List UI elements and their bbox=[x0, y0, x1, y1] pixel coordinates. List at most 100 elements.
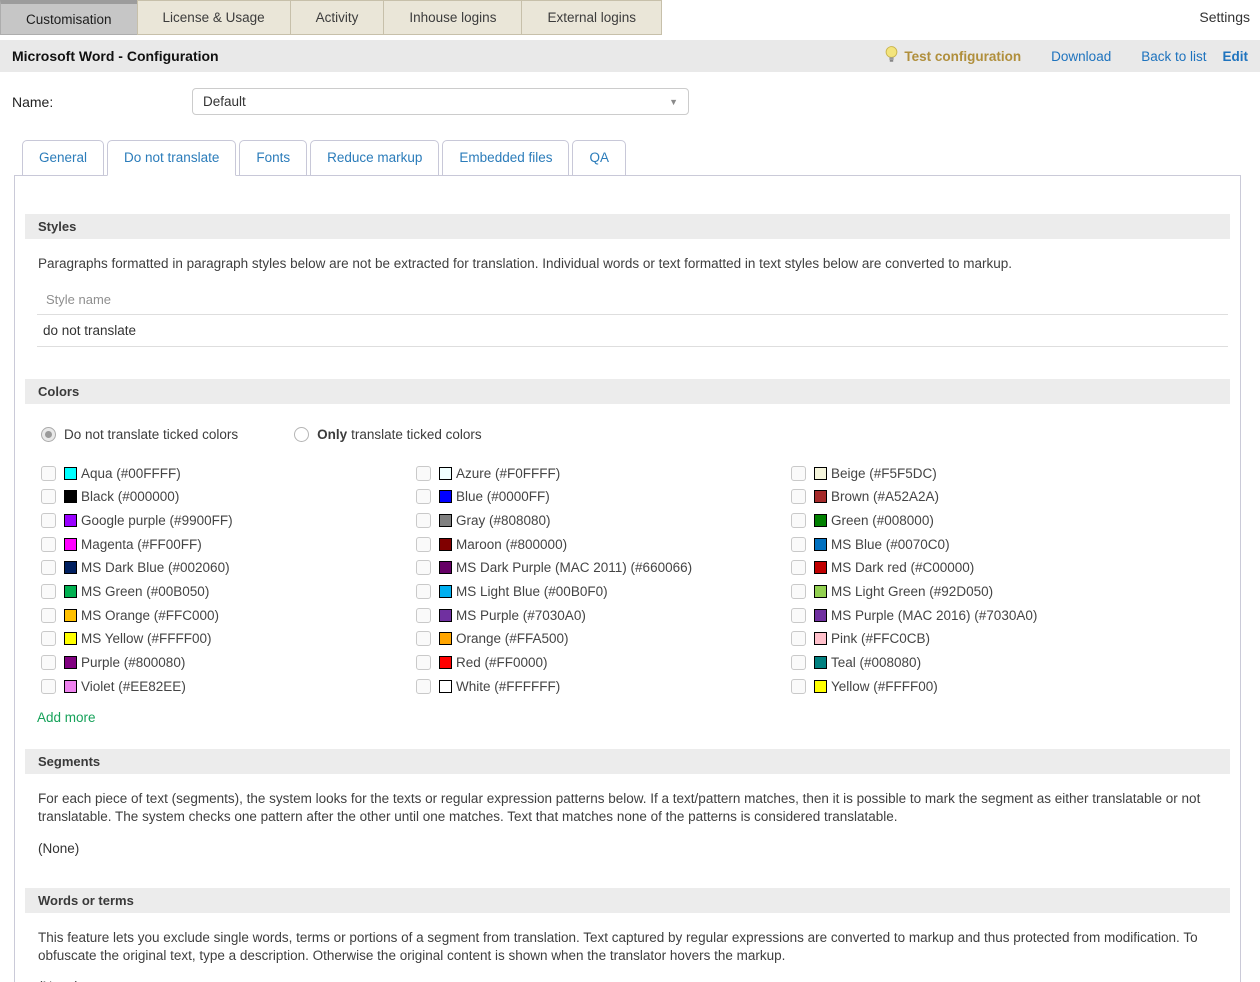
checkbox[interactable] bbox=[791, 584, 806, 599]
checkbox[interactable] bbox=[416, 513, 431, 528]
checkbox[interactable] bbox=[416, 655, 431, 670]
edit-link[interactable]: Edit bbox=[1223, 49, 1249, 64]
color-option-azure[interactable]: Azure (#F0FFFF) bbox=[416, 461, 791, 485]
color-option-green[interactable]: Green (#008000) bbox=[791, 509, 1166, 533]
page-title: Microsoft Word - Configuration bbox=[12, 48, 219, 64]
checkbox[interactable] bbox=[41, 655, 56, 670]
color-swatch bbox=[64, 490, 77, 503]
checkbox[interactable] bbox=[41, 466, 56, 481]
color-option-yellow[interactable]: Yellow (#FFFF00) bbox=[791, 674, 1166, 698]
color-option-ms-light-green[interactable]: MS Light Green (#92D050) bbox=[791, 580, 1166, 604]
checkbox[interactable] bbox=[41, 513, 56, 528]
checkbox[interactable] bbox=[41, 584, 56, 599]
top-tab-strip: CustomisationLicense & UsageActivityInho… bbox=[0, 0, 1260, 35]
settings-link[interactable]: Settings bbox=[1199, 9, 1250, 25]
radio-option-only-translate-ticked-colors[interactable]: Onlytranslate ticked colors bbox=[294, 427, 482, 442]
header-actions: Test configuration Download Back to list… bbox=[885, 46, 1248, 66]
config-tab-strip: GeneralDo not translateFontsReduce marku… bbox=[22, 140, 1260, 175]
checkbox[interactable] bbox=[791, 560, 806, 575]
checkbox[interactable] bbox=[416, 560, 431, 575]
color-option-ms-purple[interactable]: MS Purple (MAC 2016) (#7030A0) bbox=[791, 603, 1166, 627]
checkbox[interactable] bbox=[791, 466, 806, 481]
tab-fonts[interactable]: Fonts bbox=[239, 140, 307, 176]
color-option-black[interactable]: Black (#000000) bbox=[41, 485, 416, 509]
radio-option-do-not-translate-ticked-colors[interactable]: Do not translate ticked colors bbox=[41, 427, 238, 442]
add-more-link[interactable]: Add more bbox=[37, 710, 96, 725]
color-swatch bbox=[64, 656, 77, 669]
checkbox[interactable] bbox=[41, 679, 56, 694]
color-swatch bbox=[439, 467, 452, 480]
color-option-ms-yellow[interactable]: MS Yellow (#FFFF00) bbox=[41, 627, 416, 651]
checkbox[interactable] bbox=[791, 513, 806, 528]
color-option-blue[interactable]: Blue (#0000FF) bbox=[416, 485, 791, 509]
test-configuration-link[interactable]: Test configuration bbox=[885, 46, 1021, 66]
color-option-teal[interactable]: Teal (#008080) bbox=[791, 651, 1166, 675]
checkbox[interactable] bbox=[41, 489, 56, 504]
color-option-ms-purple[interactable]: MS Purple (#7030A0) bbox=[416, 603, 791, 627]
radio-label-bold: Only bbox=[317, 427, 347, 442]
color-label: Orange (#FFA500) bbox=[456, 631, 569, 646]
configuration-name-dropdown[interactable]: Default ▼ bbox=[192, 88, 689, 115]
checkbox[interactable] bbox=[791, 489, 806, 504]
color-option-magenta[interactable]: Magenta (#FF00FF) bbox=[41, 532, 416, 556]
checkbox[interactable] bbox=[41, 631, 56, 646]
top-tab-customisation[interactable]: Customisation bbox=[0, 0, 138, 35]
tab-qa[interactable]: QA bbox=[572, 140, 626, 176]
checkbox[interactable] bbox=[41, 608, 56, 623]
color-label: White (#FFFFFF) bbox=[456, 679, 560, 694]
color-option-violet[interactable]: Violet (#EE82EE) bbox=[41, 674, 416, 698]
tab-do-not-translate[interactable]: Do not translate bbox=[107, 140, 236, 176]
checkbox[interactable] bbox=[416, 679, 431, 694]
color-option-ms-orange[interactable]: MS Orange (#FFC000) bbox=[41, 603, 416, 627]
checkbox[interactable] bbox=[416, 466, 431, 481]
styles-table: Style name do not translate bbox=[37, 287, 1228, 347]
color-option-pink[interactable]: Pink (#FFC0CB) bbox=[791, 627, 1166, 651]
color-option-maroon[interactable]: Maroon (#800000) bbox=[416, 532, 791, 556]
color-option-ms-dark-purple[interactable]: MS Dark Purple (MAC 2011) (#660066) bbox=[416, 556, 791, 580]
checkbox[interactable] bbox=[791, 655, 806, 670]
checkbox[interactable] bbox=[416, 631, 431, 646]
top-tab-license-usage[interactable]: License & Usage bbox=[137, 0, 291, 35]
tab-embedded-files[interactable]: Embedded files bbox=[442, 140, 569, 176]
checkbox[interactable] bbox=[416, 489, 431, 504]
checkbox[interactable] bbox=[791, 537, 806, 552]
checkbox[interactable] bbox=[41, 560, 56, 575]
checkbox[interactable] bbox=[416, 537, 431, 552]
color-option-brown[interactable]: Brown (#A52A2A) bbox=[791, 485, 1166, 509]
radio-button[interactable] bbox=[294, 427, 309, 442]
checkbox[interactable] bbox=[416, 608, 431, 623]
color-option-beige[interactable]: Beige (#F5F5DC) bbox=[791, 461, 1166, 485]
color-swatch bbox=[814, 680, 827, 693]
color-option-ms-light-blue[interactable]: MS Light Blue (#00B0F0) bbox=[416, 580, 791, 604]
color-option-ms-dark-blue[interactable]: MS Dark Blue (#002060) bbox=[41, 556, 416, 580]
color-option-purple[interactable]: Purple (#800080) bbox=[41, 651, 416, 675]
top-tab-external-logins[interactable]: External logins bbox=[521, 0, 662, 35]
do-not-translate-panel: Styles Paragraphs formatted in paragraph… bbox=[14, 175, 1241, 982]
color-option-google-purple[interactable]: Google purple (#9900FF) bbox=[41, 509, 416, 533]
radio-button[interactable] bbox=[41, 427, 56, 442]
color-option-gray[interactable]: Gray (#808080) bbox=[416, 509, 791, 533]
checkbox[interactable] bbox=[416, 584, 431, 599]
top-navigation: CustomisationLicense & UsageActivityInho… bbox=[0, 0, 1260, 35]
color-swatch bbox=[814, 632, 827, 645]
color-label: Black (#000000) bbox=[81, 489, 179, 504]
download-link[interactable]: Download bbox=[1051, 49, 1111, 64]
checkbox[interactable] bbox=[791, 608, 806, 623]
color-option-ms-green[interactable]: MS Green (#00B050) bbox=[41, 580, 416, 604]
top-tab-inhouse-logins[interactable]: Inhouse logins bbox=[383, 0, 522, 35]
color-option-aqua[interactable]: Aqua (#00FFFF) bbox=[41, 461, 416, 485]
color-label: MS Light Green (#92D050) bbox=[831, 584, 993, 599]
color-option-orange[interactable]: Orange (#FFA500) bbox=[416, 627, 791, 651]
tab-reduce-markup[interactable]: Reduce markup bbox=[310, 140, 439, 176]
back-to-list-link[interactable]: Back to list bbox=[1141, 49, 1206, 64]
color-option-red[interactable]: Red (#FF0000) bbox=[416, 651, 791, 675]
color-swatch bbox=[814, 609, 827, 622]
checkbox[interactable] bbox=[41, 537, 56, 552]
tab-general[interactable]: General bbox=[22, 140, 104, 176]
checkbox[interactable] bbox=[791, 679, 806, 694]
color-option-ms-dark-red[interactable]: MS Dark red (#C00000) bbox=[791, 556, 1166, 580]
checkbox[interactable] bbox=[791, 631, 806, 646]
color-option-ms-blue[interactable]: MS Blue (#0070C0) bbox=[791, 532, 1166, 556]
top-tab-activity[interactable]: Activity bbox=[290, 0, 385, 35]
color-option-white[interactable]: White (#FFFFFF) bbox=[416, 674, 791, 698]
